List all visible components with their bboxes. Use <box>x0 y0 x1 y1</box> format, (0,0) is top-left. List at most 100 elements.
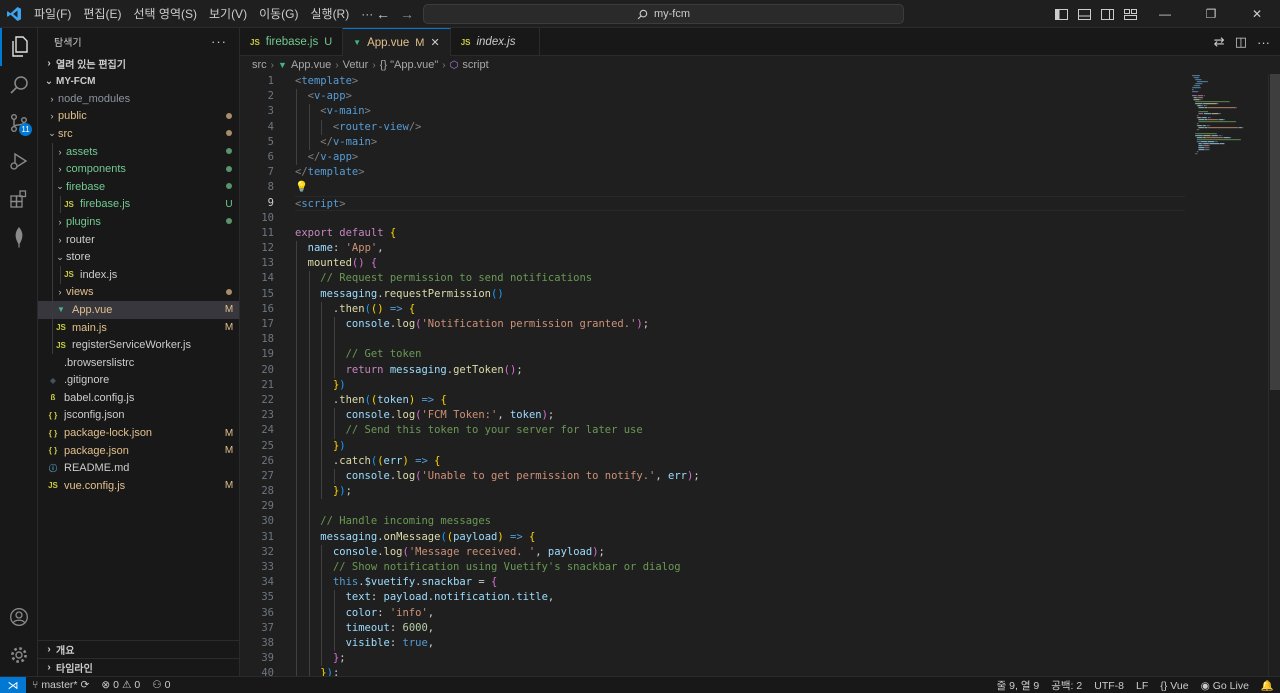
tree-item[interactable]: › plugins <box>38 213 239 231</box>
code-line[interactable]: console.log('Notification permission gra… <box>295 317 1185 333</box>
tree-item[interactable]: ▼ App.vue M <box>38 301 239 319</box>
toggle-panel-icon[interactable] <box>1073 0 1096 28</box>
code-line[interactable] <box>295 332 1185 348</box>
breadcrumb-item[interactable]: src <box>252 59 267 71</box>
code-line[interactable]: text: payload.notification.title, <box>295 590 1185 606</box>
minimize-icon[interactable]: — <box>1142 0 1188 28</box>
outline-section[interactable]: › 개요 <box>38 640 239 658</box>
tree-item[interactable]: › router <box>38 230 239 249</box>
restore-icon[interactable]: ❐ <box>1188 0 1234 28</box>
breadcrumb-item[interactable]: {} "App.vue" <box>380 59 439 71</box>
code-line[interactable]: .then(() => { <box>295 301 1185 317</box>
tree-item[interactable]: JS vue.config.js M <box>38 477 239 495</box>
code-line[interactable] <box>295 499 1185 515</box>
breadcrumb-item[interactable]: script <box>462 59 488 71</box>
go-live-button[interactable]: ◉ Go Live <box>1195 680 1255 692</box>
open-editors-section[interactable]: › 열려 있는 편집기 <box>38 54 239 72</box>
code-line[interactable]: mounted() { <box>295 256 1185 272</box>
tree-item[interactable]: › components <box>38 160 239 178</box>
vertical-scrollbar[interactable] <box>1268 74 1280 676</box>
toggle-sidebar-icon[interactable] <box>1050 0 1073 28</box>
more-actions-icon[interactable]: ··· <box>211 34 227 49</box>
remote-indicator-icon[interactable]: ⋊ <box>0 676 26 693</box>
tree-item[interactable]: .browserslistrc <box>38 354 239 372</box>
code-line[interactable]: return messaging.getToken(); <box>295 362 1185 378</box>
tree-item[interactable]: { } jsconfig.json <box>38 407 239 425</box>
code-line[interactable]: </template> <box>295 165 1185 180</box>
code-line[interactable]: // Send this token to your server for la… <box>295 423 1185 439</box>
tab-firebase-js[interactable]: JS firebase.js U <box>240 28 344 56</box>
scrollbar-thumb[interactable] <box>1270 74 1280 390</box>
tree-item[interactable]: JS firebase.js U <box>38 195 239 214</box>
ports-status[interactable]: ⚇ 0 <box>146 679 176 691</box>
menu-view[interactable]: 보기(V) <box>203 0 253 28</box>
tree-item[interactable]: ⌄ src <box>38 125 239 143</box>
cursor-position[interactable]: 줄 9, 열 9 <box>991 678 1046 693</box>
more-actions-icon[interactable]: ··· <box>1257 35 1270 50</box>
code-line[interactable]: </v-app> <box>295 149 1185 166</box>
run-debug-icon[interactable] <box>0 142 38 180</box>
code-line[interactable]: <v-app> <box>295 89 1185 105</box>
code-lines[interactable]: <template> <v-app> <v-main> <router-view… <box>295 74 1185 676</box>
back-arrow-icon[interactable]: ← <box>376 6 390 22</box>
code-line[interactable]: }); <box>295 666 1185 676</box>
project-root-section[interactable]: ⌄ MY-FCM <box>38 72 239 90</box>
tree-item[interactable]: ⌄ store <box>38 248 239 266</box>
tab-index-js[interactable]: JS index.js <box>451 28 541 56</box>
code-line[interactable]: name: 'App', <box>295 241 1185 257</box>
code-line[interactable]: }); <box>295 484 1185 500</box>
tab-app-vue[interactable]: ▼ App.vue M ✕ <box>343 28 451 56</box>
code-line[interactable]: // Handle incoming messages <box>295 514 1185 530</box>
menu-run[interactable]: 실행(R) <box>304 0 355 28</box>
command-center-search[interactable]: my-fcm <box>423 4 904 24</box>
tree-item[interactable]: › public <box>38 108 239 126</box>
tree-item[interactable]: › views <box>38 283 239 302</box>
code-line[interactable]: }; <box>295 651 1185 667</box>
tree-item[interactable]: { } package.json M <box>38 442 239 460</box>
settings-gear-icon[interactable] <box>0 636 38 674</box>
code-line[interactable]: .then((token) => { <box>295 392 1185 409</box>
tree-item[interactable]: JS main.js M <box>38 318 239 337</box>
customize-layout-icon[interactable] <box>1119 0 1142 28</box>
code-line[interactable]: this.$vuetify.snackbar = { <box>295 575 1185 591</box>
code-line[interactable]: <template> <box>295 74 1185 89</box>
close-icon[interactable]: ✕ <box>430 36 439 49</box>
code-line[interactable]: }) <box>295 377 1185 393</box>
code-line[interactable]: visible: true, <box>295 635 1185 652</box>
account-icon[interactable] <box>0 598 38 636</box>
code-line[interactable]: messaging.onMessage((payload) => { <box>295 529 1185 545</box>
git-branch-status[interactable]: ⑂ master* ⟳ <box>26 679 95 691</box>
code-line[interactable]: <router-view/> <box>295 119 1185 135</box>
problems-status[interactable]: ⊗ 0 ⚠ 0 <box>95 679 146 691</box>
eol-status[interactable]: LF <box>1130 680 1154 692</box>
language-mode[interactable]: {} Vue <box>1154 680 1194 692</box>
menu-go[interactable]: 이동(G) <box>253 0 304 28</box>
explorer-icon[interactable] <box>0 28 38 66</box>
code-line[interactable]: // Request permission to send notificati… <box>295 271 1185 287</box>
code-line[interactable]: <v-main> <box>295 104 1185 120</box>
tree-item[interactable]: { } package-lock.json M <box>38 424 239 442</box>
notifications-bell-icon[interactable]: 🔔 <box>1255 679 1280 692</box>
close-icon[interactable]: ✕ <box>1234 0 1280 28</box>
code-line[interactable]: color: 'info', <box>295 605 1185 621</box>
timeline-section[interactable]: › 타임라인 <box>38 658 239 676</box>
code-line[interactable]: console.log('FCM Token:', token); <box>295 408 1185 424</box>
tree-item[interactable]: ⓘ README.md <box>38 459 239 477</box>
tree-item[interactable]: ß babel.config.js <box>38 389 239 407</box>
tree-item[interactable]: ◆ .gitignore <box>38 372 239 390</box>
code-line[interactable]: timeout: 6000, <box>295 620 1185 636</box>
source-control-icon[interactable]: 11 <box>0 104 38 142</box>
menu-edit[interactable]: 편집(E) <box>77 0 127 28</box>
code-line[interactable]: messaging.requestPermission() <box>295 286 1185 302</box>
tree-item[interactable]: › node_modules <box>38 90 239 108</box>
menu-selection[interactable]: 선택 영역(S) <box>127 0 203 28</box>
compare-changes-icon[interactable]: ⇄ <box>1214 34 1225 50</box>
tree-item[interactable]: › assets <box>38 142 239 161</box>
breadcrumb-item[interactable]: App.vue <box>291 59 331 71</box>
code-line[interactable]: console.log('Unable to get permission to… <box>295 468 1185 485</box>
split-editor-icon[interactable]: ◫ <box>1235 34 1247 50</box>
code-line[interactable]: 💡 <box>295 180 1185 195</box>
code-line[interactable]: .catch((err) => { <box>295 453 1185 469</box>
code-editor[interactable]: 1 2 3 4 5 6 7 8 9 10 11 12 13 14 15 16 17 18 19 20 21 22 23 24 2… <box>240 74 1190 676</box>
encoding-status[interactable]: UTF-8 <box>1088 680 1130 692</box>
